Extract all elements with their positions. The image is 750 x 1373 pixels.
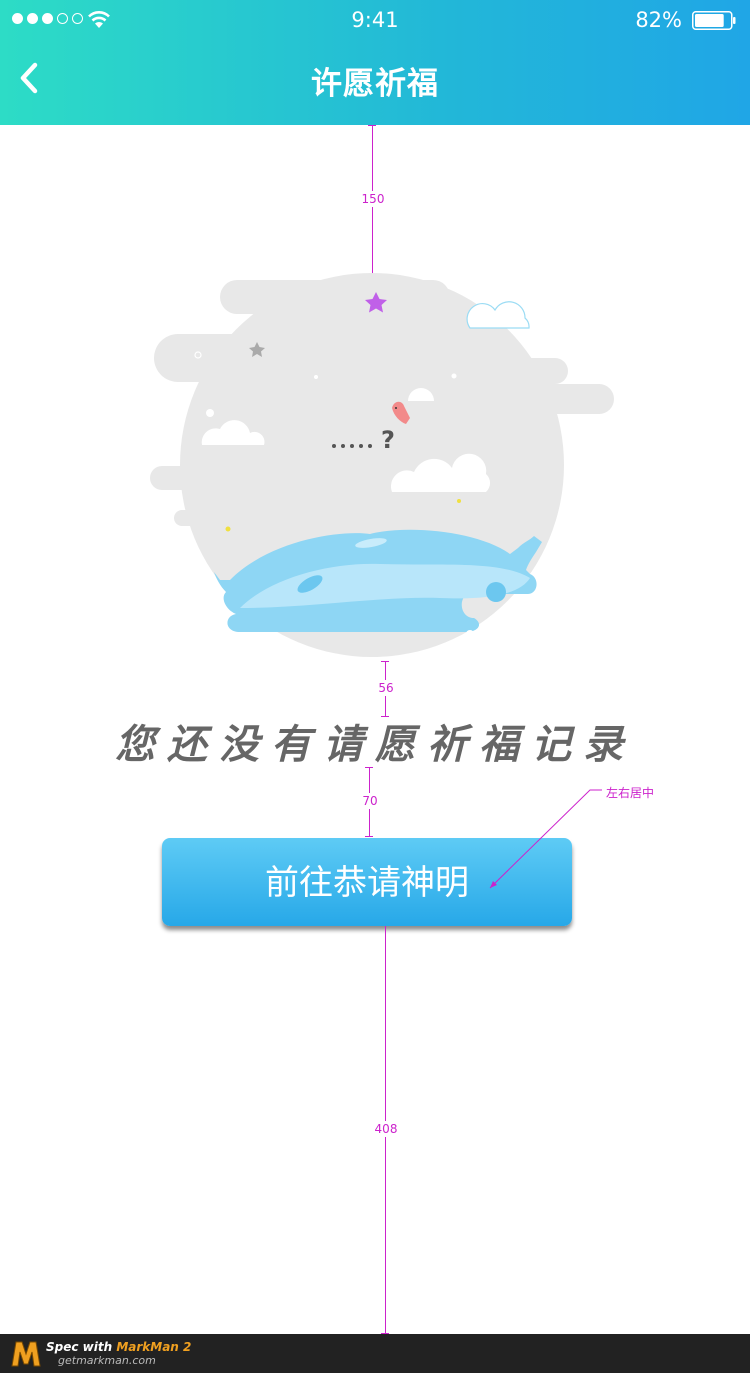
empty-state-message: 您还没有请愿祈福记录 bbox=[115, 721, 635, 768]
status-bar: 9:41 82% bbox=[0, 0, 750, 40]
battery-percent: 82% bbox=[635, 8, 682, 32]
markman-footer: Spec with MarkMan 2 getmarkman.com bbox=[0, 1334, 750, 1373]
dimension-label: 56 bbox=[377, 680, 395, 696]
empty-state-illustration: ? bbox=[150, 273, 614, 657]
dimension-label: 150 bbox=[360, 191, 386, 207]
battery-icon bbox=[692, 11, 736, 30]
dimension-label: 70 bbox=[361, 793, 379, 809]
footer-url: getmarkman.com bbox=[58, 1354, 156, 1367]
app-header: 9:41 82% 许愿祈福 bbox=[0, 0, 750, 125]
footer-brand: Spec with MarkMan 2 bbox=[46, 1340, 192, 1354]
page-title: 许愿祈福 bbox=[311, 66, 439, 102]
question-mark: ? bbox=[381, 426, 395, 454]
dimension-label: 408 bbox=[373, 1121, 399, 1137]
markman-logo-icon bbox=[11, 1341, 41, 1367]
spec-note-arrow bbox=[489, 789, 602, 889]
spec-note-center: 左右居中 bbox=[606, 786, 655, 800]
